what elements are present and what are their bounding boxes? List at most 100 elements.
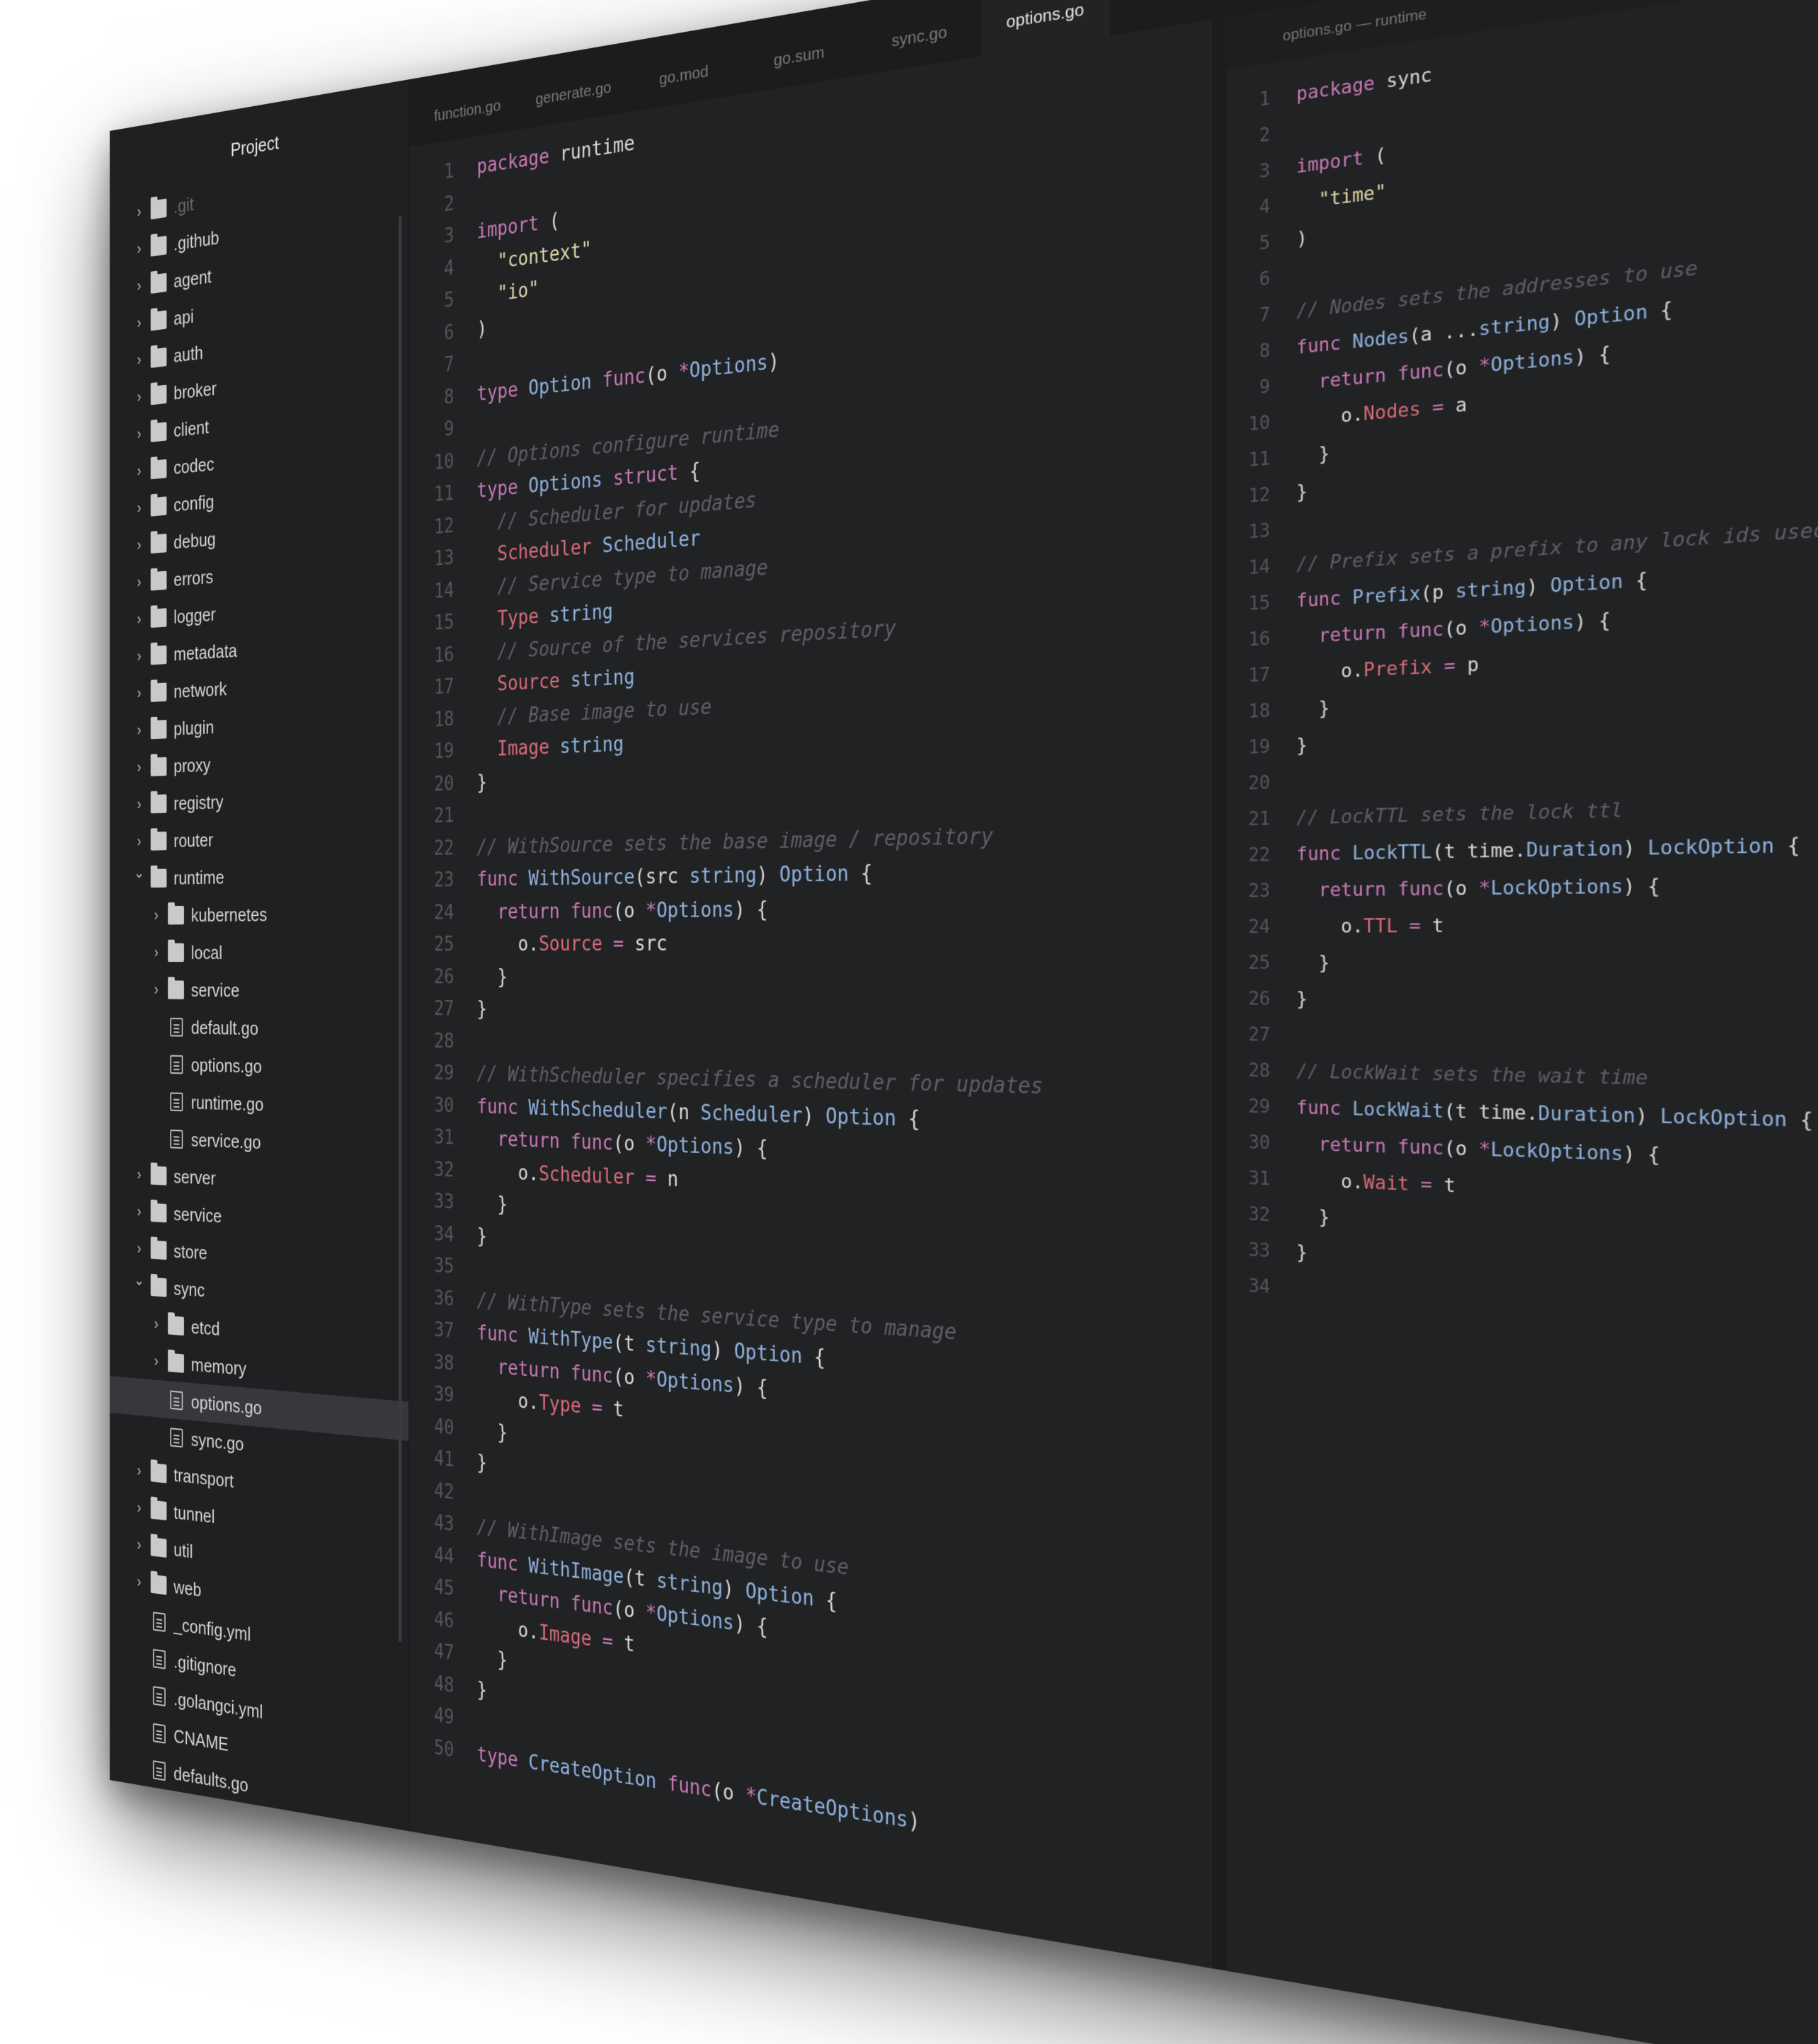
code-token: o.	[476, 1386, 539, 1415]
code-text: }	[477, 961, 508, 994]
chevron-right-icon[interactable]: ›	[132, 267, 146, 306]
line-number: 15	[433, 611, 455, 636]
folder-icon	[150, 1574, 167, 1595]
code-text: }	[1296, 1234, 1308, 1271]
tree-item-label: service.go	[190, 1129, 261, 1154]
chevron-right-icon[interactable]: ›	[132, 638, 146, 676]
folder-icon	[150, 1500, 167, 1521]
tree-folder[interactable]: › router	[110, 815, 408, 861]
folder-icon	[150, 384, 167, 406]
folder-icon	[150, 422, 167, 442]
chevron-right-icon[interactable]: ›	[132, 229, 146, 268]
tree-item-label: util	[173, 1538, 193, 1563]
tree-file[interactable]: default.go	[110, 1008, 408, 1050]
code-token: p	[1455, 653, 1479, 677]
chevron-right-icon[interactable]: ›	[132, 749, 146, 786]
chevron-right-icon[interactable]: ›	[132, 600, 146, 638]
code-token: }	[1296, 952, 1330, 974]
line-number: 35	[433, 1254, 455, 1279]
code-text: }	[477, 1641, 508, 1677]
chevron-down-icon[interactable]: ⌄	[132, 1261, 146, 1299]
chevron-right-icon[interactable]: ›	[132, 674, 146, 712]
tree-item-label: runtime.go	[190, 1091, 264, 1115]
tree-item-label: broker	[173, 377, 217, 404]
code-text: )	[1296, 220, 1308, 258]
chevron-right-icon[interactable]: ›	[132, 711, 146, 749]
chevron-right-icon[interactable]: ›	[132, 489, 146, 527]
folder-icon	[150, 757, 167, 776]
code-token: import	[1296, 147, 1364, 178]
chevron-right-icon[interactable]: ›	[132, 1563, 146, 1602]
code-token: =	[612, 932, 624, 956]
chevron-right-icon[interactable]: ›	[149, 934, 163, 972]
pane-divider[interactable]	[1210, 17, 1228, 1972]
chevron-right-icon[interactable]: ›	[132, 526, 146, 564]
chevron-right-icon[interactable]: ›	[132, 193, 146, 231]
line-number: 27	[1248, 1023, 1271, 1045]
tree-item-label: options.go	[190, 1054, 262, 1078]
chevron-right-icon[interactable]: ›	[149, 1342, 163, 1380]
code-token: )	[1526, 575, 1550, 599]
line-number: 32	[1248, 1203, 1271, 1226]
code-token: func	[1296, 842, 1342, 865]
code-text: )	[477, 312, 487, 346]
chevron-right-icon[interactable]: ›	[149, 971, 163, 1009]
tree-folder[interactable]: › local	[110, 933, 408, 972]
tree-item-label: router	[173, 829, 214, 852]
chevron-right-icon[interactable]: ›	[132, 304, 146, 343]
tree-folder[interactable]: ⌄ runtime	[110, 854, 408, 897]
code-token: (t time.	[1431, 839, 1526, 863]
code-token: string	[1478, 311, 1550, 340]
chevron-right-icon[interactable]: ›	[132, 786, 146, 823]
chevron-right-icon[interactable]: ›	[132, 415, 146, 453]
chevron-right-icon[interactable]: ›	[149, 897, 163, 934]
tree-folder[interactable]: › service	[110, 971, 408, 1011]
tree-folder[interactable]: › kubernetes	[110, 894, 408, 934]
code-token: {	[1774, 834, 1800, 858]
chevron-down-icon[interactable]: ⌄	[132, 854, 146, 892]
tree-item-label: service	[190, 979, 240, 1001]
line-number: 39	[433, 1382, 455, 1408]
code-text: }	[477, 1414, 508, 1449]
editor-pane-right[interactable]: options.go — runtimedefault.gooptions.go…	[1227, 0, 1818, 2044]
code-token: LockOption	[1647, 834, 1775, 860]
chevron-right-icon[interactable]: ›	[132, 1193, 146, 1231]
chevron-right-icon[interactable]: ›	[132, 378, 146, 417]
code-token: Image	[497, 735, 549, 762]
stage: Project › .git › .github › agent › api › auth › bro…	[0, 0, 1818, 2044]
line-number: 26	[433, 965, 455, 989]
code-token: Prefix	[1352, 582, 1421, 609]
sidebar-scrollbar[interactable]	[398, 215, 402, 1643]
file-icon	[170, 1428, 183, 1448]
chevron-right-icon[interactable]: ›	[132, 452, 146, 490]
line-number: 2	[1259, 123, 1271, 147]
folder-icon	[150, 533, 167, 554]
folder-icon	[168, 943, 184, 963]
chevron-right-icon[interactable]: ›	[132, 1452, 146, 1490]
chevron-right-icon[interactable]: ›	[132, 1156, 146, 1193]
chevron-right-icon[interactable]: ›	[132, 1489, 146, 1528]
line-number: 14	[1248, 556, 1271, 579]
line-number: 30	[1248, 1131, 1271, 1154]
chevron-right-icon[interactable]: ›	[132, 1526, 146, 1565]
editor-pane-left[interactable]: 1 package runtime 2 3 import (4 "context" 5 "…	[409, 20, 1211, 1968]
chevron-right-icon[interactable]: ›	[149, 1305, 163, 1343]
line-number: 4	[1259, 195, 1271, 219]
code-text: func WithSource(src string) Option {	[477, 856, 873, 896]
code-token: a	[1443, 394, 1468, 418]
line-number: 44	[433, 1543, 455, 1569]
chevron-right-icon[interactable]: ›	[132, 563, 146, 602]
chevron-right-icon[interactable]: ›	[132, 340, 146, 379]
